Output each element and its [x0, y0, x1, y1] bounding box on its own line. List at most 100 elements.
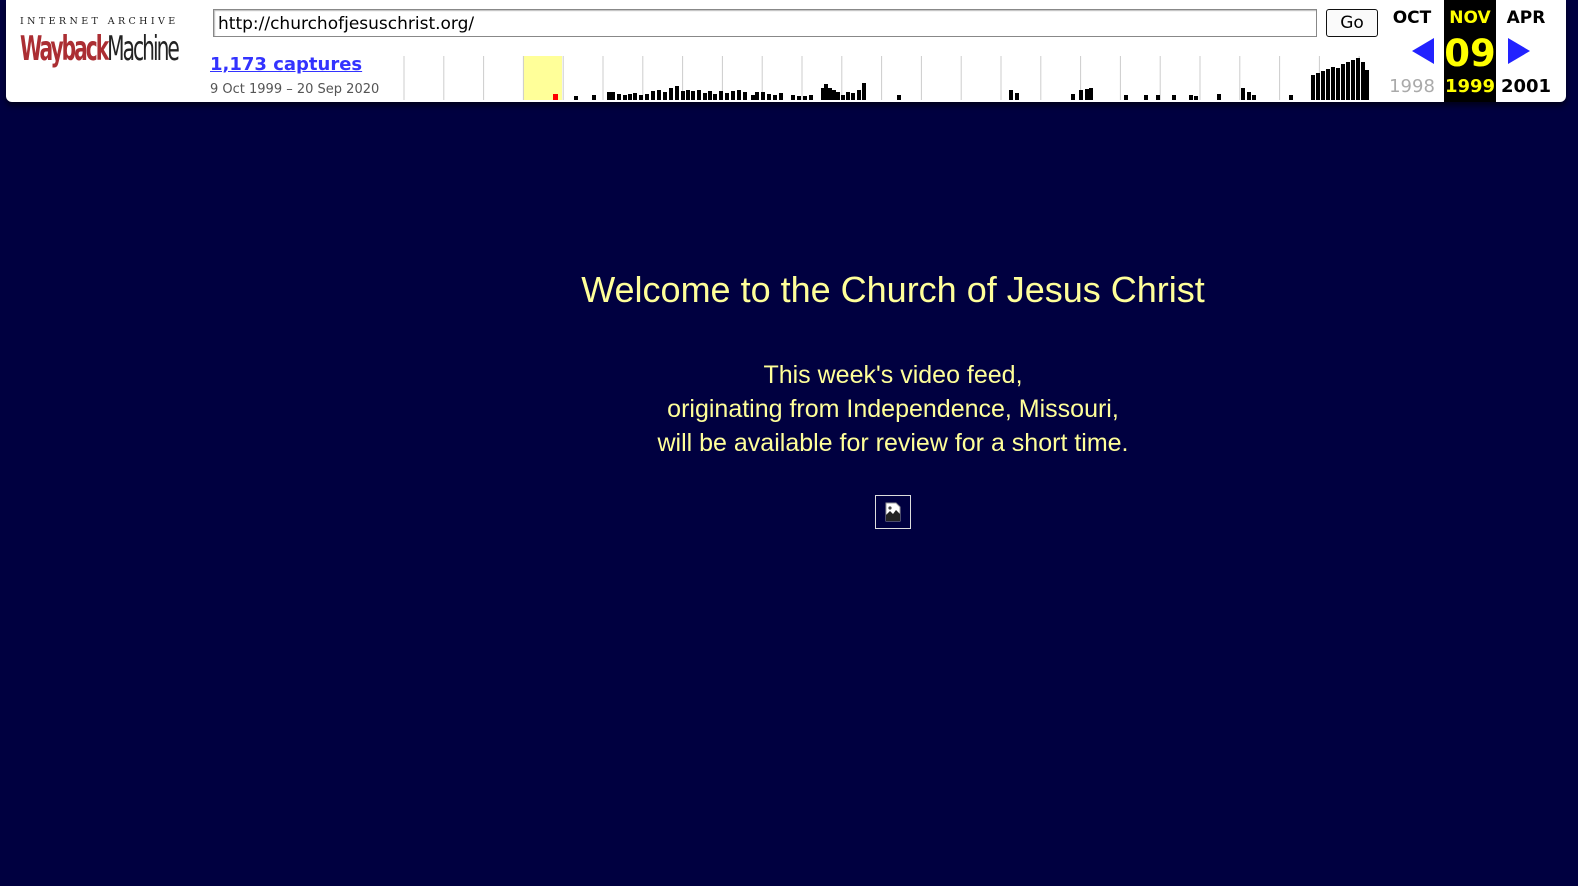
sparkline-bar — [1071, 94, 1075, 100]
sparkline-bar — [651, 91, 655, 100]
sparkline-bar — [737, 90, 741, 100]
sparkline-bar — [607, 92, 611, 100]
sparkline-bar — [791, 95, 795, 100]
page-title: Welcome to the Church of Jesus Christ — [581, 269, 1205, 310]
sparkline-bar — [1311, 75, 1315, 100]
sparkline-bar — [1124, 95, 1128, 100]
sparkline-bar — [897, 95, 901, 100]
sparkline-bar — [1079, 90, 1083, 100]
sparkline-bar — [1321, 71, 1325, 100]
sparkline-bar — [1346, 62, 1350, 100]
notice-line-1: This week's video feed, — [763, 361, 1023, 389]
go-button[interactable]: Go — [1326, 9, 1378, 37]
sparkline-bar — [669, 88, 673, 100]
next-month[interactable]: APR — [1500, 8, 1552, 32]
capture-date-range: 9 Oct 1999 – 20 Sep 2020 — [210, 82, 380, 97]
sparkline-bar — [832, 90, 836, 100]
sparkline-bar — [675, 86, 679, 100]
captures-link[interactable]: 1,173 captures — [210, 54, 362, 75]
sparkline-bar — [623, 95, 627, 100]
sparkline-bar — [1217, 94, 1221, 100]
sparkline-bar — [1289, 95, 1293, 100]
sparkline-bar — [1015, 93, 1019, 100]
sparkline-bar — [1365, 70, 1369, 100]
sparkline-bar — [809, 95, 813, 100]
sparkline-bar — [1189, 95, 1193, 100]
sparkline-bar — [803, 96, 807, 100]
sparkline-bar — [846, 92, 850, 100]
sparkline-bar — [1156, 95, 1160, 100]
sparkline-bar — [779, 93, 783, 100]
sparkline-bar — [663, 92, 667, 100]
sparkline-bar — [1085, 89, 1089, 100]
logo-wayback-machine: WaybackMachine — [20, 29, 180, 69]
sparkline-bar — [1241, 88, 1245, 100]
url-input[interactable]: http://churchofjesuschrist.org/ — [213, 9, 1317, 37]
sparkline-bar — [1336, 68, 1340, 100]
sparkline-bar — [773, 95, 777, 100]
sparkline-bar — [851, 93, 855, 100]
sparkline-bar — [725, 93, 729, 100]
sparkline-bar — [617, 94, 621, 100]
sparkline-bar — [1316, 73, 1320, 100]
sparkline-bar — [639, 95, 643, 100]
sparkline-bar — [1089, 88, 1093, 100]
calendar-current: NOV 09 1999 — [1444, 0, 1496, 102]
sparkline-bar — [657, 90, 661, 100]
current-year: 1999 — [1444, 76, 1496, 97]
sparkline-bar — [645, 94, 649, 100]
sparkline-bar — [691, 91, 695, 100]
sparkline-bar — [681, 91, 685, 100]
sparkline-bar — [767, 94, 771, 100]
sparkline-current-capture — [553, 94, 558, 100]
sparkline-bar — [633, 93, 637, 100]
notice-line-2: originating from Independence, Missouri, — [667, 395, 1119, 423]
logo-wayback: Wayback — [20, 29, 109, 69]
sparkline-bar — [1356, 58, 1360, 100]
sparkline-bar — [761, 92, 765, 100]
sparkline-bar — [708, 91, 712, 100]
sparkline-bar — [719, 91, 723, 100]
current-month: NOV — [1449, 8, 1491, 28]
sparkline-bar — [703, 93, 707, 100]
sparkline-bar — [828, 88, 832, 100]
broken-image-icon[interactable] — [875, 495, 911, 529]
current-day: 09 — [1444, 32, 1496, 75]
wayback-logo[interactable]: INTERNET ARCHIVE WaybackMachine — [20, 16, 180, 80]
sparkline-bar — [1351, 60, 1355, 100]
prev-month[interactable]: OCT — [1386, 8, 1438, 32]
sparkline-current-year — [523, 56, 562, 100]
sparkline-bar — [592, 95, 596, 100]
broken-image-glyph — [885, 502, 901, 522]
prev-year: 1998 — [1389, 76, 1435, 97]
sparkline-bar — [824, 84, 828, 100]
next-capture-arrow-icon[interactable] — [1508, 38, 1530, 64]
sparkline-bar — [628, 94, 632, 100]
sparkline-bar — [697, 90, 701, 100]
sparkline-bar — [713, 94, 717, 100]
sparkline-bar — [1247, 92, 1251, 100]
notice-line-3: will be available for review for a short… — [657, 429, 1129, 457]
sparkline-bar — [1341, 64, 1345, 100]
sparkline-bar — [836, 92, 840, 100]
next-year[interactable]: 2001 — [1500, 76, 1552, 97]
page-content: Welcome to the Church of Jesus Christ Th… — [0, 102, 1578, 886]
logo-machine: Machine — [107, 29, 180, 69]
sparkline-bar — [857, 90, 861, 100]
sparkline-bar — [1361, 62, 1365, 100]
sparkline-bar — [1331, 67, 1335, 100]
sparkline-bar — [797, 96, 801, 100]
sparkline-bar — [686, 90, 690, 100]
sparkline-bar — [1194, 96, 1198, 100]
sparkline-bar — [1252, 95, 1256, 100]
sparkline-bar — [1144, 95, 1148, 100]
sparkline-bar — [1009, 90, 1013, 100]
sparkline-bar — [862, 83, 866, 100]
sparkline-bar — [611, 92, 615, 100]
wayback-toolbar: INTERNET ARCHIVE WaybackMachine http://c… — [6, 0, 1566, 102]
sparkline-bar — [731, 91, 735, 100]
prev-capture-arrow-icon[interactable] — [1412, 38, 1434, 64]
sparkline-bar — [743, 92, 747, 100]
capture-sparkline[interactable] — [399, 56, 1370, 100]
sparkline-bar — [841, 95, 845, 100]
